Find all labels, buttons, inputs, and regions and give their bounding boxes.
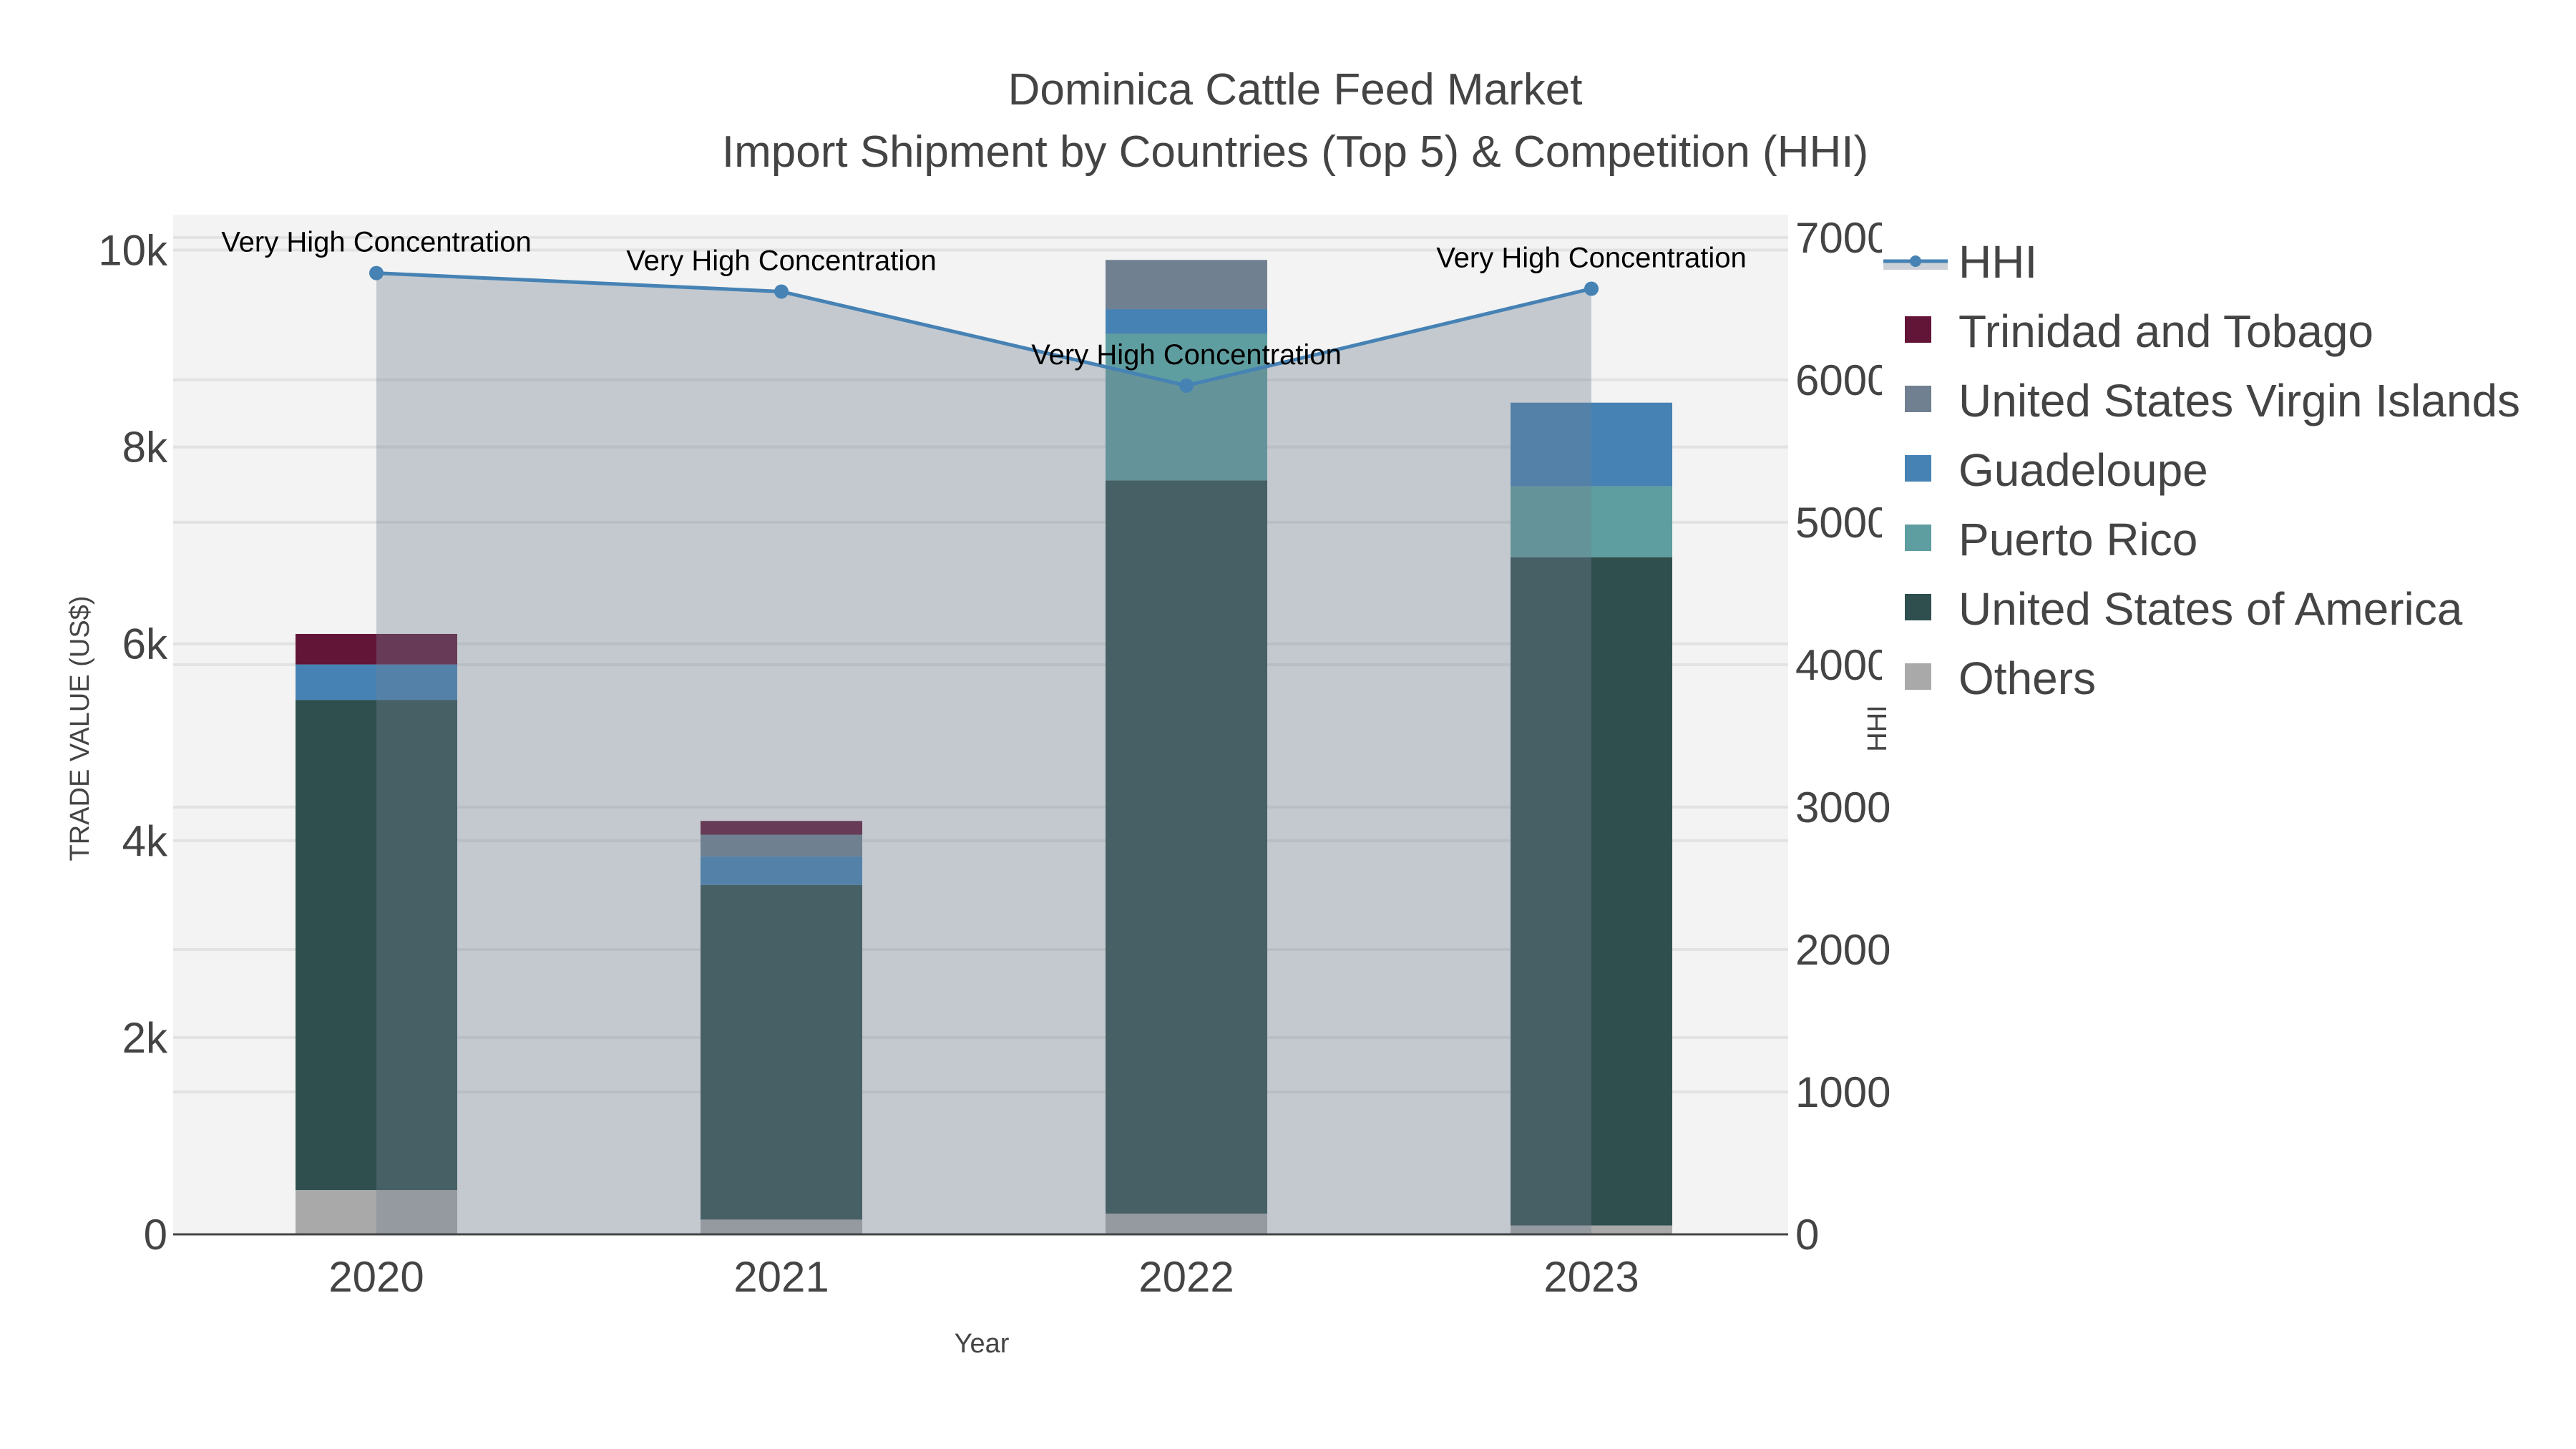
hhi-annotation: Very High Concentration [626, 245, 937, 276]
legend-item[interactable]: Trinidad and Tobago [1905, 306, 2373, 357]
hhi-annotation: Very High Concentration [221, 227, 532, 258]
hhi-point [1584, 281, 1599, 296]
y2-axis-title: HHI [1863, 705, 1893, 751]
y-tick-label: 6k [122, 620, 168, 668]
chart-subtitle: Import Shipment by Countries (Top 5) & C… [722, 127, 1868, 177]
y-tick-label: 2k [122, 1014, 168, 1062]
y-axis-ticks: 0 2k 4k 6k 8k 10k [98, 227, 168, 1259]
y-axis-title: TRADE VALUE (US$) [65, 596, 95, 862]
hhi-annotation: Very High Concentration [1031, 339, 1342, 371]
hhi-series [369, 265, 1599, 1235]
bar-segment [1106, 309, 1267, 334]
legend-label: United States of America [1958, 583, 2463, 635]
chart-title: Dominica Cattle Feed Market [1008, 65, 1583, 114]
x-axis-title: Year [955, 1329, 1010, 1359]
y2-tick-label: 2000 [1795, 926, 1890, 974]
y2-tick-label: 0 [1795, 1211, 1819, 1259]
y2-tick-label: 6000 [1795, 356, 1890, 404]
legend-label: Trinidad and Tobago [1958, 306, 2373, 357]
y-tick-label: 0 [144, 1211, 167, 1259]
legend-swatch [1905, 525, 1931, 551]
hhi-area [376, 273, 1591, 1235]
legend-label: HHI [1958, 236, 2037, 288]
legend-item[interactable]: United States Virgin Islands [1905, 375, 2520, 426]
y2-tick-label: 4000 [1795, 641, 1890, 689]
y2-tick-label: 7000 [1795, 214, 1890, 262]
bar-segment [1106, 260, 1267, 310]
y-tick-label: 4k [122, 817, 168, 865]
y2-tick-label: 5000 [1795, 499, 1890, 547]
x-tick-label: 2023 [1543, 1253, 1639, 1301]
y2-tick-label: 1000 [1795, 1068, 1890, 1116]
legend-item[interactable]: United States of America [1905, 583, 2463, 635]
legend-swatch [1905, 386, 1931, 412]
x-tick-label: 2020 [328, 1253, 424, 1301]
hhi-point [774, 284, 789, 299]
chart: 0 2k 4k 6k 8k 10k 0 1000 2000 3000 4000 5000 6000 70… [65, 65, 2576, 1359]
x-tick-label: 2021 [733, 1253, 829, 1301]
y-tick-label: 8k [122, 424, 168, 472]
legend-hhi-marker [1910, 255, 1921, 267]
x-tick-label: 2022 [1138, 1253, 1234, 1301]
legend-label: Others [1958, 653, 2096, 704]
legend-swatch [1905, 663, 1931, 690]
y-tick-label: 10k [98, 227, 168, 275]
hhi-point [1179, 378, 1194, 393]
legend-swatch [1905, 594, 1931, 620]
legend-label: Puerto Rico [1958, 514, 2197, 565]
legend-label: Guadeloupe [1958, 444, 2208, 496]
y2-tick-label: 3000 [1795, 784, 1890, 831]
x-axis-ticks: 2020 2021 2022 2023 [328, 1253, 1639, 1301]
legend-swatch [1905, 316, 1931, 343]
hhi-point [369, 265, 384, 280]
legend-swatch [1905, 455, 1931, 482]
hhi-annotation: Very High Concentration [1436, 242, 1747, 273]
legend: HHI Trinidad and Tobago United States Virg… [1882, 215, 2576, 716]
legend-label: United States Virgin Islands [1958, 375, 2520, 426]
